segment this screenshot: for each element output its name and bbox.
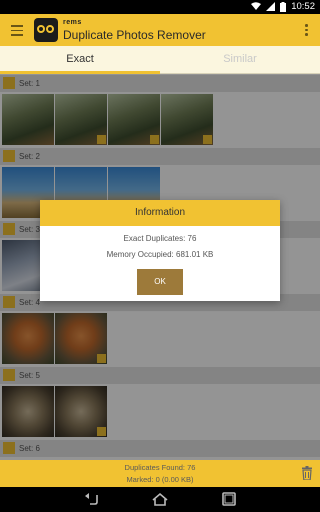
signal-icon	[266, 2, 276, 11]
clock: 10:52	[291, 1, 315, 12]
status-bar: 10:52	[0, 0, 320, 14]
summary-bar: Duplicates Found: 76 Marked: 0 (0.00 KB)	[0, 460, 320, 487]
menu-icon[interactable]	[11, 25, 23, 36]
ok-button[interactable]: OK	[137, 269, 183, 295]
dialog-title: Information	[40, 200, 280, 226]
trash-icon[interactable]	[302, 466, 312, 480]
duplicates-found-text: Duplicates Found: 76	[124, 463, 196, 472]
wifi-icon	[251, 2, 262, 10]
tab-bar: Exact Similar	[0, 46, 320, 74]
back-icon[interactable]	[83, 492, 99, 506]
action-bar: rems Duplicate Photos Remover	[0, 14, 320, 46]
app-logo	[34, 18, 58, 42]
battery-icon	[280, 1, 287, 12]
home-icon[interactable]	[152, 492, 168, 506]
app-title: Duplicate Photos Remover	[63, 28, 206, 42]
exact-duplicates-text: Exact Duplicates: 76	[123, 234, 197, 243]
recents-icon[interactable]	[221, 492, 237, 506]
information-dialog: Information Exact Duplicates: 76 Memory …	[40, 200, 280, 301]
brand-name: rems	[63, 19, 82, 26]
overflow-menu-icon[interactable]	[305, 24, 308, 38]
tab-similar[interactable]: Similar	[160, 46, 320, 73]
tab-exact[interactable]: Exact	[0, 46, 160, 74]
navigation-bar	[0, 487, 320, 512]
marked-text: Marked: 0 (0.00 KB)	[126, 475, 194, 484]
memory-occupied-text: Memory Occupied: 681.01 KB	[106, 250, 214, 259]
